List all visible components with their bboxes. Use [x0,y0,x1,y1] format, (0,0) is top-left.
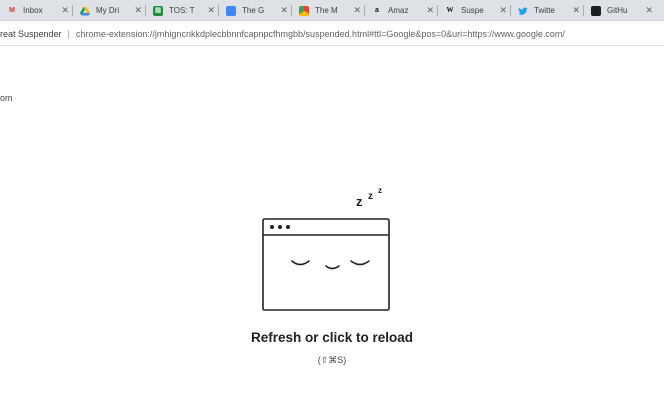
address-bar[interactable]: reat Suspender | chrome-extension://jmhi… [0,22,664,46]
site-name: reat Suspender [0,28,62,39]
address-separator: | [67,28,70,39]
close-icon[interactable]: ✕ [353,5,361,16]
tab-my-drive[interactable]: My Dri ✕ [73,1,146,20]
keyboard-shortcut-hint: (⇧⌘S) [317,355,347,365]
close-icon[interactable]: ✕ [134,5,142,16]
docs-icon [226,5,236,16]
url-text[interactable]: chrome-extension://jmhigncnkkdplecbbnnfc… [76,29,565,39]
tab-label: Suspe [461,6,484,15]
twitter-icon [518,6,528,16]
close-icon[interactable]: ✕ [61,5,69,16]
github-icon [591,5,601,16]
amazon-icon: a [375,7,379,14]
tab-tos[interactable]: ▦ TOS: T ✕ [146,1,219,20]
tab-strip: M Inbox ✕ My Dri ✕ ▦ TOS: T ✕ The G ✕ Th… [0,0,664,21]
window-dots-icon [270,225,290,229]
sleeping-face-icon [291,260,370,270]
sheets-icon: ▦ [153,5,163,16]
close-icon[interactable]: ✕ [572,5,580,16]
chrome-icon [299,5,309,16]
tab-label: Inbox [23,6,43,15]
tab-label: My Dri [96,6,120,15]
gmail-icon: M [9,7,15,14]
tab-label: The G [242,6,265,15]
close-icon[interactable]: ✕ [207,5,215,16]
tab-the-g[interactable]: The G ✕ [219,1,292,20]
browser-window-icon [262,218,390,311]
reload-message[interactable]: Refresh or click to reload [0,330,664,345]
tab-label: The M [315,6,338,15]
wikipedia-icon: W [446,6,454,14]
sleep-zzz-icon: z z z [356,186,382,209]
close-icon[interactable]: ✕ [280,5,288,16]
partial-page-text: om [0,93,13,103]
tab-the-m[interactable]: The M ✕ [292,1,365,20]
svg-text:z: z [378,186,382,195]
tab-label: TOS: T [169,6,195,15]
tab-suspended[interactable]: W Suspe ✕ [438,1,511,20]
sleeping-tab-illustration[interactable]: z z z [252,182,402,314]
tab-inbox[interactable]: M Inbox ✕ [0,1,73,20]
tab-github[interactable]: GitHu ✕ [584,1,657,20]
tab-label: Amaz [388,6,409,15]
close-icon[interactable]: ✕ [499,5,507,16]
tab-twitter[interactable]: Twitte ✕ [511,1,584,20]
svg-text:z: z [368,191,373,202]
close-icon[interactable]: ✕ [426,5,434,16]
google-drive-icon [80,6,90,16]
svg-text:z: z [356,194,363,209]
tab-label: Twitte [534,6,555,15]
close-icon[interactable]: ✕ [645,5,653,16]
tab-amazon[interactable]: a Amaz ✕ [365,1,438,20]
tab-label: GitHu [607,6,628,15]
